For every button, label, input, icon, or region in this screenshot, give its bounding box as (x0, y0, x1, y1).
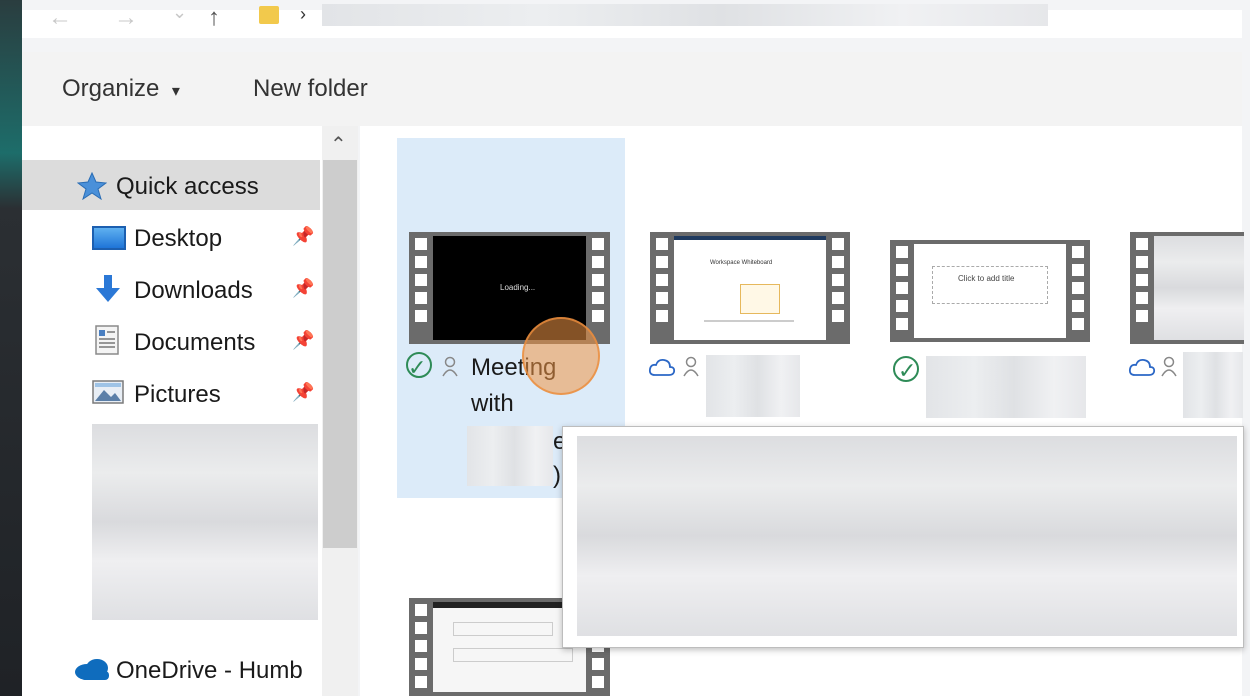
sidebar-item-label: Desktop (134, 225, 223, 252)
click-indicator (522, 317, 600, 395)
file-name-redacted (926, 356, 1086, 418)
new-folder-button[interactable]: New folder (253, 75, 368, 103)
quick-access-label: Quick access (116, 173, 259, 200)
pictures-icon (92, 380, 124, 404)
tooltip-content-redacted (577, 436, 1237, 636)
sidebar-item-label: Documents (134, 329, 256, 356)
file-explorer-window: ← → ⌄ ↑ › Organize ▾ New folder Quick ac… (0, 0, 1250, 696)
up-button[interactable]: ↑ (208, 6, 220, 30)
sidebar-item-label: Downloads (134, 277, 253, 304)
redacted-nav-items (92, 424, 318, 620)
pin-icon[interactable]: 📌 (292, 226, 314, 247)
file-name-fragment: ) (553, 462, 561, 489)
thumbnail-text: Loading... (500, 283, 536, 292)
onedrive-label: OneDrive - Humb (116, 657, 303, 684)
command-bar (22, 52, 1242, 126)
breadcrumb-chevron-icon[interactable]: › (300, 4, 306, 25)
back-button[interactable]: ← (48, 6, 72, 30)
recent-locations-button[interactable]: ⌄ (172, 0, 187, 24)
star-icon (77, 172, 107, 200)
video-thumbnail: Click to add title (890, 240, 1090, 342)
document-icon (95, 325, 119, 355)
pin-icon[interactable]: 📌 (292, 330, 314, 351)
chevron-down-icon: ▾ (171, 83, 180, 100)
file-name-redacted (1183, 352, 1243, 418)
person-icon (1161, 356, 1177, 377)
video-thumbnail: Workspace Whiteboard (650, 232, 850, 344)
cloud-status-icon (648, 358, 676, 376)
person-icon (683, 356, 699, 377)
folder-icon (259, 6, 279, 24)
scroll-up-arrow-icon[interactable]: ⌃ (330, 132, 347, 157)
thumbnail-text: Click to add title (958, 274, 1015, 283)
cloud-icon (75, 659, 109, 680)
download-arrow-icon (96, 275, 120, 302)
organize-button[interactable]: Organize ▾ (62, 75, 180, 103)
pin-icon[interactable]: 📌 (292, 382, 314, 403)
address-path-redacted[interactable] (322, 4, 1048, 26)
background-window-edge (0, 0, 22, 696)
nav-scrollbar-thumb[interactable] (323, 160, 357, 548)
file-name-line2: with (471, 390, 514, 417)
video-thumbnail (1130, 232, 1244, 344)
sidebar-item-label: Pictures (134, 381, 221, 408)
forward-button[interactable]: → (114, 6, 138, 30)
file-name-redacted (706, 355, 800, 417)
pin-icon[interactable]: 📌 (292, 278, 314, 299)
synced-circle (406, 352, 432, 378)
cloud-status-icon (1128, 358, 1156, 376)
thumbnail-text: Workspace Whiteboard (710, 260, 773, 266)
person-icon (442, 356, 458, 377)
desktop-icon (92, 226, 126, 250)
file-name-redacted (467, 426, 553, 486)
synced-check-icon: ✓ (898, 358, 917, 383)
organize-label: Organize (62, 75, 160, 102)
